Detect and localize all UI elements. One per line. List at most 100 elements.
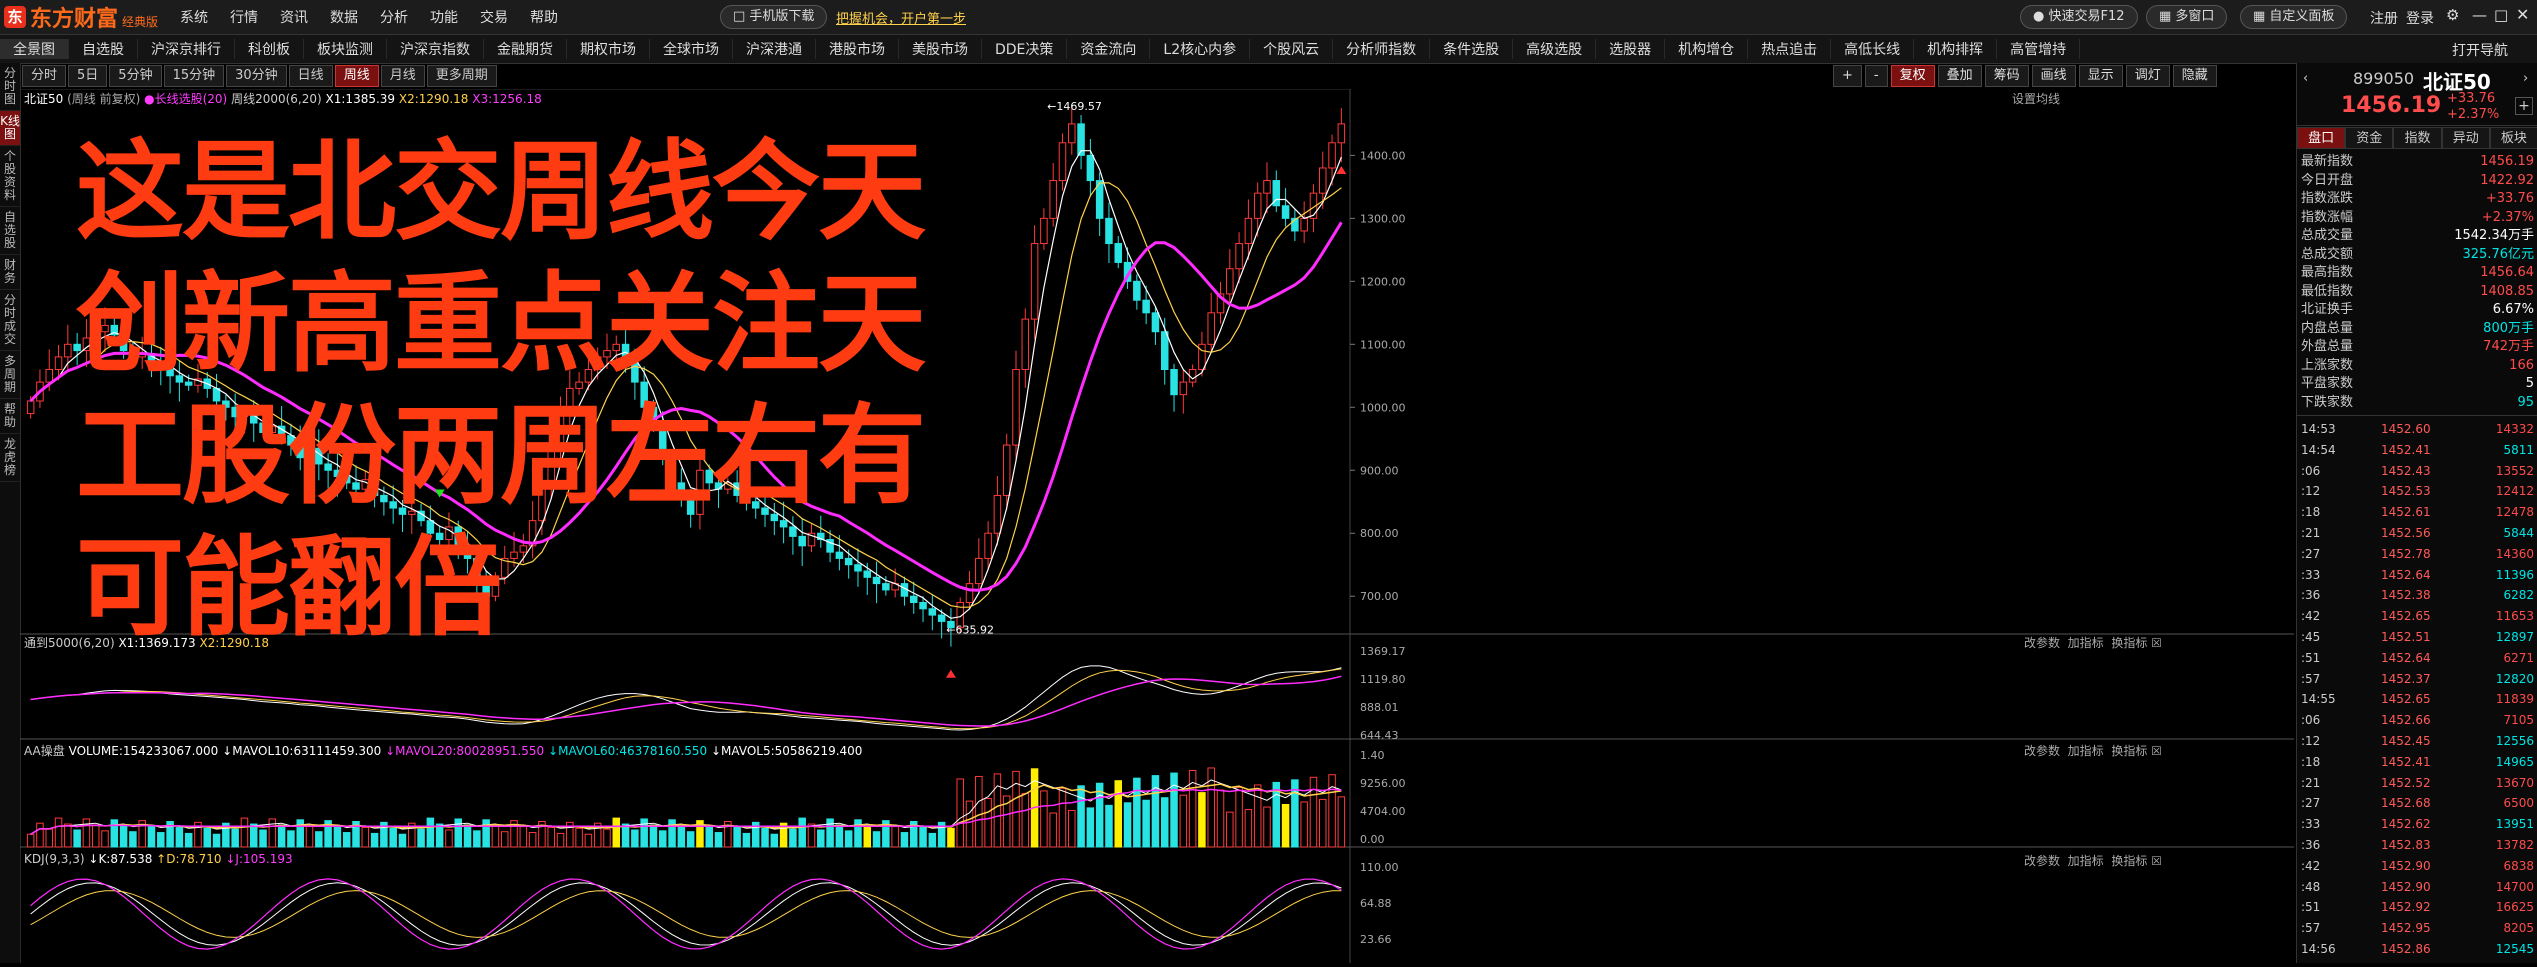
nav-item[interactable]: 全球市场 <box>650 39 733 59</box>
custom-panel-button[interactable]: ▦ 自定义面板 <box>2240 5 2348 29</box>
period-tab[interactable]: 月线 <box>380 65 425 87</box>
left-tab[interactable]: 帮助 <box>0 399 20 434</box>
open-nav-button[interactable]: 打开导航 <box>2452 40 2508 60</box>
nav-item[interactable]: 高低长线 <box>1831 39 1915 59</box>
chart-tool-button[interactable]: + <box>1833 65 1862 87</box>
chart-tool-button[interactable]: 画线 <box>2031 65 2076 87</box>
register-link[interactable]: 注册 <box>2370 8 2398 28</box>
period-tab[interactable]: 5日 <box>68 65 108 87</box>
nav-item[interactable]: 沪深港通 <box>733 39 816 59</box>
quick-trade-button[interactable]: ● 快速交易F12 <box>2020 5 2138 29</box>
add-watchlist-icon[interactable]: + <box>2515 97 2533 115</box>
nav-item[interactable]: 沪深京指数 <box>387 39 484 59</box>
quote-tab[interactable]: 资金 <box>2345 127 2394 149</box>
gear-icon[interactable]: ⚙ <box>2446 6 2459 24</box>
multi-window-button[interactable]: ▦ 多窗口 <box>2146 5 2228 29</box>
period-tab[interactable]: 30分钟 <box>226 65 287 87</box>
nav-item[interactable]: 科创板 <box>235 39 304 59</box>
sub2-edit-param[interactable]: 改参数 <box>2024 744 2060 758</box>
sub3-swap-indicator[interactable]: 换指标 <box>2111 854 2147 868</box>
nav-item[interactable]: 高级选股 <box>1513 39 1597 59</box>
left-tab[interactable]: 自选股 <box>0 207 20 255</box>
nav-item[interactable]: 美股市场 <box>899 39 982 59</box>
quote-tab[interactable]: 盘口 <box>2297 127 2346 149</box>
menu-item[interactable]: 交易 <box>480 7 508 27</box>
nav-item[interactable]: 分析师指数 <box>1333 39 1431 59</box>
sub1-close-icon[interactable]: ☒ <box>2151 636 2162 650</box>
quote-tab[interactable]: 板块 <box>2489 127 2537 149</box>
sub1-add-indicator[interactable]: 加指标 <box>2068 636 2104 650</box>
left-tab[interactable]: 多周期 <box>0 351 20 399</box>
nav-item[interactable]: 机构排挥 <box>1914 39 1998 59</box>
period-tab[interactable]: 周线 <box>334 65 379 87</box>
nav-item[interactable]: 金融期货 <box>484 39 567 59</box>
left-tab[interactable]: 财务 <box>0 255 20 290</box>
maximize-icon[interactable]: □ <box>2494 6 2508 24</box>
nav-item[interactable]: 期权市场 <box>567 39 650 59</box>
nav-item[interactable]: 选股器 <box>1596 39 1666 59</box>
chart-tool-button[interactable]: 隐藏 <box>2172 65 2217 87</box>
period-tab[interactable]: 更多周期 <box>426 65 497 87</box>
promo-link[interactable]: 把握机会，开户第一步 <box>836 8 966 27</box>
prev-icon[interactable]: ‹ <box>2303 71 2308 86</box>
close-icon[interactable]: ✕ <box>2516 5 2529 24</box>
sub2-add-indicator[interactable]: 加指标 <box>2068 744 2104 758</box>
quote-tab[interactable]: 异动 <box>2441 127 2490 149</box>
nav-item[interactable]: 高管增持 <box>1997 39 2081 59</box>
volume-bar <box>659 830 667 848</box>
left-tab[interactable]: K线图 <box>0 111 20 146</box>
login-link[interactable]: 登录 <box>2406 8 2434 28</box>
chart-tool-button[interactable]: 叠加 <box>1937 65 1982 87</box>
next-icon[interactable]: › <box>2523 71 2528 86</box>
minimize-icon[interactable]: — <box>2472 6 2487 24</box>
sub1-y-label: 1119.80 <box>1360 673 1406 686</box>
menu-item[interactable]: 帮助 <box>530 7 558 27</box>
candle-body <box>64 343 72 358</box>
period-tab[interactable]: 分时 <box>22 65 67 87</box>
nav-item[interactable]: 机构增仓 <box>1665 39 1749 59</box>
sub3-close-icon[interactable]: ☒ <box>2151 854 2162 868</box>
ma-indicator[interactable]: ●长线选股(20) <box>144 92 227 106</box>
nav-item[interactable]: 港股市场 <box>816 39 899 59</box>
tick-volume: 13552 <box>2495 463 2534 478</box>
left-tab[interactable]: 分时成交 <box>0 290 20 351</box>
period-tab[interactable]: 15分钟 <box>163 65 225 87</box>
nav-item[interactable]: 热点追击 <box>1748 39 1832 59</box>
menu-item[interactable]: 数据 <box>330 7 358 27</box>
nav-item[interactable]: 资金流向 <box>1067 39 1151 59</box>
menu-item[interactable]: 功能 <box>430 7 458 27</box>
left-tab[interactable]: 个股资料 <box>0 146 20 207</box>
nav-item[interactable]: L2核心内参 <box>1150 39 1251 59</box>
sub2-swap-indicator[interactable]: 换指标 <box>2111 744 2147 758</box>
nav-item[interactable]: 自选股 <box>69 39 138 59</box>
menu-item[interactable]: 系统 <box>180 7 208 27</box>
chart-tool-button[interactable]: 筹码 <box>1984 65 2029 87</box>
nav-item[interactable]: 板块监测 <box>304 39 387 59</box>
left-tab[interactable]: 龙虎榜 <box>0 434 20 482</box>
nav-item[interactable]: 沪深京排行 <box>138 39 235 59</box>
chart-tool-button[interactable]: - <box>1864 65 1888 87</box>
nav-item[interactable]: 条件选股 <box>1430 39 1514 59</box>
chart-tool-button[interactable]: 复权 <box>1890 65 1935 87</box>
period-tab[interactable]: 5分钟 <box>109 65 162 87</box>
nav-item[interactable]: DDE决策 <box>982 39 1068 59</box>
chart-tool-button[interactable]: 显示 <box>2078 65 2123 87</box>
sub1-edit-param[interactable]: 改参数 <box>2024 636 2060 650</box>
sub3-edit-param[interactable]: 改参数 <box>2024 854 2060 868</box>
mobile-download-button[interactable]: □ 手机版下载 <box>720 5 828 29</box>
menu-item[interactable]: 行情 <box>230 7 258 27</box>
quote-tab[interactable]: 指数 <box>2393 127 2442 149</box>
menu-item[interactable]: 资讯 <box>280 7 308 27</box>
sub1-swap-indicator[interactable]: 换指标 <box>2111 636 2147 650</box>
sub3-add-indicator[interactable]: 加指标 <box>2068 854 2104 868</box>
menu-item[interactable]: 分析 <box>380 7 408 27</box>
app-logo[interactable]: 东 东方财富 经典版 <box>4 3 158 32</box>
period-tab[interactable]: 日线 <box>288 65 333 87</box>
nav-item[interactable]: 个股风云 <box>1250 39 1334 59</box>
sub2-close-icon[interactable]: ☒ <box>2151 744 2162 758</box>
left-tab[interactable]: 分时图 <box>0 63 20 111</box>
ma2-indicator[interactable]: 周线2000(6,20) <box>231 92 322 106</box>
chart-tool-button[interactable]: 调灯 <box>2125 65 2170 87</box>
set-ma-button[interactable]: 设置均线 <box>2012 90 2060 107</box>
nav-item[interactable]: 全景图 <box>0 39 69 59</box>
